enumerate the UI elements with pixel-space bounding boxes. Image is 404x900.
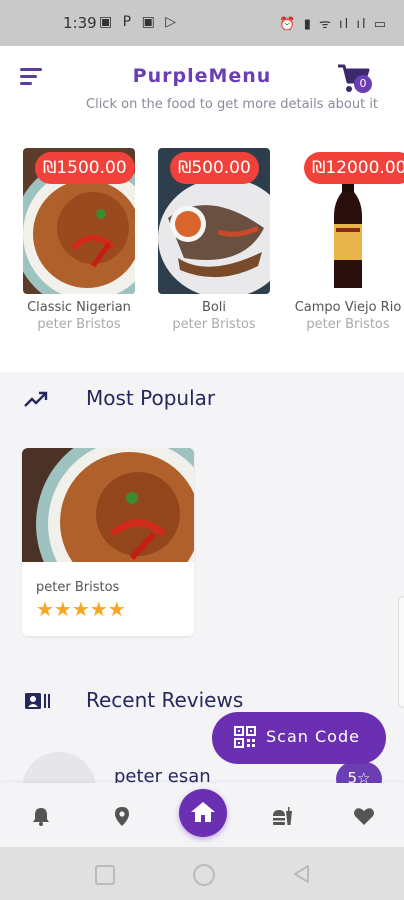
price-tag: ₪1500.00 bbox=[35, 152, 135, 184]
rating-stars: ★★★★★ bbox=[36, 597, 126, 621]
side-drawer-handle[interactable] bbox=[398, 596, 404, 708]
section-title-most-popular: Most Popular bbox=[86, 386, 216, 410]
food-card[interactable]: ₪1500.00 Classic Nigerian peter Bristos bbox=[23, 148, 135, 332]
food-name: Boli bbox=[201, 300, 227, 315]
contact-card-icon bbox=[25, 693, 50, 709]
food-author: peter Bristos bbox=[306, 317, 390, 332]
android-navigation-bar bbox=[0, 847, 404, 900]
back-button[interactable] bbox=[292, 864, 310, 884]
section-title-recent-reviews: Recent Reviews bbox=[86, 688, 244, 712]
status-time: 1:39 bbox=[63, 14, 97, 32]
food-card[interactable]: ₪500.00 Boli peter Bristos bbox=[158, 148, 270, 332]
food-author: peter Bristos bbox=[37, 317, 121, 332]
notification-icons: ▣ P ▣ ▷ bbox=[99, 14, 180, 30]
qr-code-icon bbox=[234, 726, 256, 748]
price-tag: ₪500.00 bbox=[170, 152, 259, 184]
location-pin-icon[interactable] bbox=[113, 806, 131, 826]
food-author: peter Bristos bbox=[172, 317, 256, 332]
popular-food-author: peter Bristos bbox=[36, 580, 120, 595]
bell-icon[interactable] bbox=[31, 806, 51, 826]
hint-text: Click on the food to get more details ab… bbox=[86, 97, 379, 112]
food-name: Campo Viejo Rio bbox=[294, 300, 402, 315]
android-home-button[interactable] bbox=[193, 864, 215, 886]
food-card[interactable]: ₪12000.00 Campo Viejo Rio peter Bristos bbox=[292, 148, 404, 332]
system-icons: ⏰ ▮ ᯤ ıl ıl ▭ bbox=[279, 17, 388, 32]
food-name: Classic Nigerian bbox=[27, 300, 131, 315]
price-tag: ₪12000.00 bbox=[304, 152, 404, 184]
home-icon bbox=[191, 802, 215, 822]
trending-up-icon bbox=[24, 391, 48, 407]
fastfood-icon[interactable] bbox=[271, 806, 293, 826]
popular-food-image bbox=[22, 448, 194, 620]
scan-code-button[interactable]: Scan Code bbox=[212, 712, 386, 764]
status-bar: 1:39 ▣ P ▣ ▷ ⏰ ▮ ᯤ ıl ıl ▭ bbox=[0, 0, 404, 46]
home-button[interactable] bbox=[179, 789, 227, 837]
heart-icon[interactable] bbox=[353, 806, 375, 826]
recent-apps-button[interactable] bbox=[95, 865, 115, 885]
cart-count-badge: 0 bbox=[354, 75, 372, 93]
food-carousel: ₪1500.00 Classic Nigerian peter Bristos … bbox=[0, 136, 404, 372]
scan-code-label: Scan Code bbox=[266, 727, 360, 746]
popular-food-card[interactable]: peter Bristos ★★★★★ bbox=[22, 448, 194, 636]
